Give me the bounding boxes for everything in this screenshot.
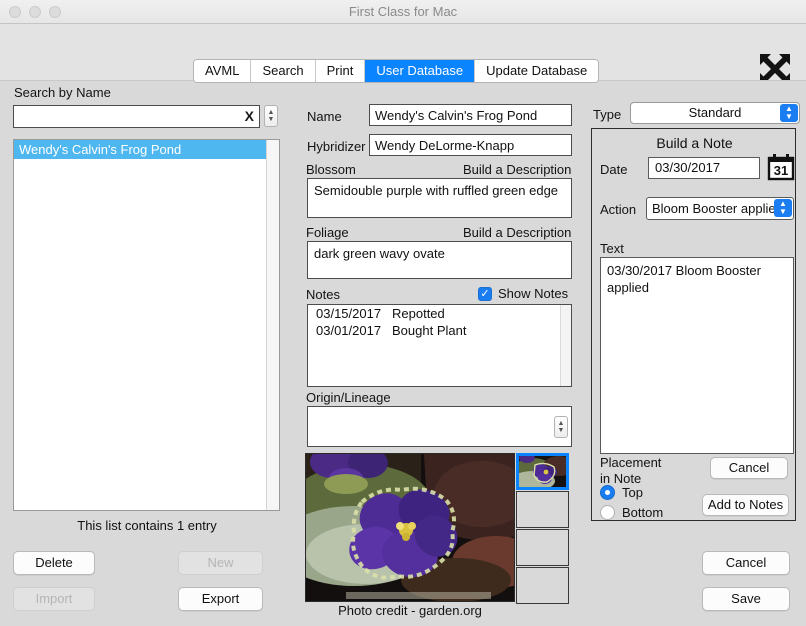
- clear-search-icon[interactable]: X: [245, 108, 254, 124]
- chevron-updown-icon: ▲ ▼: [780, 104, 798, 122]
- name-list[interactable]: Wendy's Calvin's Frog Pond: [13, 139, 280, 511]
- origin-lineage-label: Origin/Lineage: [306, 390, 391, 405]
- action-select[interactable]: Bloom Booster applied ▲ ▼: [646, 197, 794, 220]
- cancel-note-button[interactable]: Cancel: [710, 457, 788, 479]
- build-a-note-panel: Build a Note Date 03/30/2017 31 Action B…: [591, 128, 796, 521]
- thumbnail-4[interactable]: [516, 567, 569, 604]
- tab-avml[interactable]: AVML: [194, 60, 252, 82]
- text-label: Text: [600, 241, 624, 256]
- list-item[interactable]: Wendy's Calvin's Frog Pond: [14, 140, 279, 159]
- foliage-build-description-link[interactable]: Build a Description: [463, 225, 571, 240]
- search-by-name-label: Search by Name: [14, 85, 111, 100]
- placement-label-line2: in Note: [600, 471, 642, 486]
- hybridizer-field[interactable]: Wendy DeLorme-Knapp: [369, 134, 572, 156]
- stepper-down-icon: ▼: [557, 427, 565, 434]
- photo-credit-label: Photo credit - garden.org: [338, 603, 482, 618]
- type-label: Type: [593, 107, 622, 122]
- action-select-value: Bloom Booster applied: [652, 201, 783, 216]
- placement-radio-top[interactable]: Top: [600, 485, 643, 500]
- placement-label-line1: Placement: [600, 455, 662, 470]
- action-label: Action: [600, 202, 637, 217]
- origin-lineage-field[interactable]: ▲ ▼: [307, 406, 572, 447]
- notes-scrollbar[interactable]: [560, 305, 571, 386]
- placement-top-label: Top: [622, 485, 643, 500]
- blossom-build-description-link[interactable]: Build a Description: [463, 162, 571, 177]
- show-notes-control[interactable]: ✓ Show Notes: [478, 286, 568, 301]
- show-notes-label: Show Notes: [498, 286, 569, 301]
- notes-list[interactable]: 03/15/2017 Repotted 03/01/2017 Bought Pl…: [307, 304, 572, 387]
- build-a-note-title: Build a Note: [656, 135, 733, 151]
- name-label: Name: [307, 109, 342, 124]
- calendar-day-number: 31: [774, 163, 788, 178]
- plant-photo[interactable]: [305, 453, 515, 602]
- search-input[interactable]: [13, 105, 260, 128]
- foliage-label: Foliage: [306, 225, 349, 240]
- app-window: First Class for Mac AVML Search Print Us…: [0, 0, 806, 626]
- note-row[interactable]: 03/15/2017 Repotted: [308, 305, 571, 322]
- window-title: First Class for Mac: [348, 4, 458, 19]
- note-text: Repotted: [392, 306, 445, 321]
- tab-search[interactable]: Search: [251, 60, 316, 82]
- export-button[interactable]: Export: [178, 587, 263, 611]
- blossom-textarea[interactable]: Semidouble purple with ruffled green edg…: [307, 178, 572, 218]
- photo-image: [306, 454, 514, 601]
- stepper-up-icon: ▲: [557, 420, 565, 427]
- placement-radio-bottom[interactable]: Bottom: [600, 505, 663, 520]
- blossom-label: Blossom: [306, 162, 356, 177]
- radio-top-icon[interactable]: [600, 485, 615, 500]
- radio-bottom-icon[interactable]: [600, 505, 615, 520]
- placement-bottom-label: Bottom: [622, 505, 664, 520]
- import-button[interactable]: Import: [13, 587, 95, 611]
- hybridizer-label: Hybridizer: [307, 139, 366, 154]
- stepper-up-icon: ▲: [267, 109, 275, 116]
- cancel-button[interactable]: Cancel: [702, 551, 790, 575]
- type-select-value: Standard: [688, 105, 742, 120]
- foliage-textarea[interactable]: dark green wavy ovate: [307, 241, 572, 279]
- tab-bar: AVML Search Print User Database Update D…: [193, 59, 600, 83]
- list-scrollbar[interactable]: [266, 140, 279, 510]
- new-button[interactable]: New: [178, 551, 263, 575]
- note-text: Bought Plant: [392, 323, 467, 338]
- thumbnail-image: [519, 456, 566, 487]
- note-row[interactable]: 03/01/2017 Bought Plant: [308, 322, 571, 339]
- note-text-area[interactable]: 03/30/2017 Bloom Booster applied: [600, 257, 794, 454]
- date-label: Date: [600, 162, 628, 177]
- tab-user-database[interactable]: User Database: [365, 60, 476, 82]
- save-button[interactable]: Save: [702, 587, 790, 611]
- show-notes-checkbox[interactable]: ✓: [478, 286, 492, 301]
- search-stepper[interactable]: ▲ ▼: [264, 105, 278, 127]
- chevron-updown-icon: ▲ ▼: [774, 199, 792, 217]
- name-field[interactable]: Wendy's Calvin's Frog Pond: [369, 104, 572, 126]
- notes-label: Notes: [306, 287, 340, 302]
- search-field-wrapper: X: [13, 105, 260, 128]
- origin-stepper[interactable]: ▲ ▼: [554, 416, 568, 438]
- tab-print[interactable]: Print: [315, 60, 366, 82]
- note-date: 03/15/2017: [316, 306, 382, 321]
- title-bar: First Class for Mac: [0, 0, 806, 24]
- delete-button[interactable]: Delete: [13, 551, 95, 575]
- type-select[interactable]: Standard ▲ ▼: [630, 102, 800, 124]
- thumbnail-3[interactable]: [516, 529, 569, 566]
- thumbnail-1[interactable]: [516, 453, 569, 490]
- thumbnail-2[interactable]: [516, 491, 569, 528]
- list-count-label: This list contains 1 entry: [77, 518, 217, 533]
- tab-update-database[interactable]: Update Database: [475, 60, 599, 82]
- calendar-icon[interactable]: 31: [767, 153, 795, 181]
- add-to-notes-button[interactable]: Add to Notes: [702, 494, 789, 516]
- note-date: 03/01/2017: [316, 323, 382, 338]
- stepper-down-icon: ▼: [267, 116, 275, 123]
- date-field[interactable]: 03/30/2017: [648, 157, 760, 179]
